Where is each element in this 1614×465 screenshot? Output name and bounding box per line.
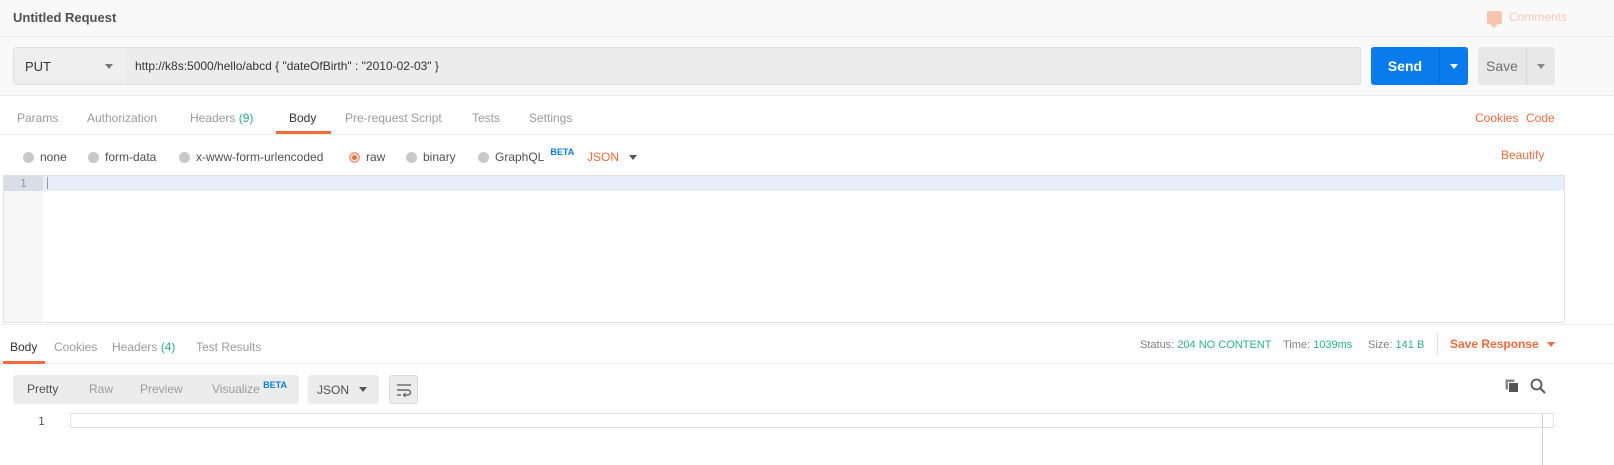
radio-form-data[interactable]: form-data bbox=[88, 150, 156, 164]
active-line-highlight bbox=[4, 176, 1564, 191]
comment-icon bbox=[1486, 10, 1502, 28]
radio-dot bbox=[406, 151, 417, 163]
radio-dot bbox=[179, 151, 190, 163]
request-title[interactable]: Untitled Request bbox=[13, 10, 116, 25]
response-tab-headers[interactable]: Headers (4) bbox=[112, 340, 175, 354]
save-dropdown-button[interactable] bbox=[1526, 47, 1555, 85]
radio-dot bbox=[478, 151, 489, 163]
wrap-icon bbox=[396, 383, 411, 397]
size-label: Size: bbox=[1368, 339, 1393, 351]
response-tab-cookies[interactable]: Cookies bbox=[54, 340, 97, 354]
visualize-label: Visualize bbox=[212, 382, 260, 396]
radio-dot bbox=[88, 151, 99, 163]
radio-binary-label: binary bbox=[423, 150, 456, 164]
response-line-number: 1 bbox=[38, 415, 45, 428]
view-pretty-button[interactable]: Pretty bbox=[27, 382, 58, 396]
body-format-select[interactable]: JSON bbox=[587, 150, 638, 164]
title-bar bbox=[0, 0, 1614, 37]
response-tab-body[interactable]: Body bbox=[10, 340, 37, 354]
url-value: http://k8s:5000/hello/abcd { "dateOfBirt… bbox=[135, 59, 439, 73]
radio-none-label: none bbox=[40, 150, 67, 164]
copy-icon[interactable] bbox=[1505, 379, 1519, 393]
tab-headers[interactable]: Headers (9) bbox=[190, 111, 253, 125]
radio-dot bbox=[23, 151, 34, 163]
chevron-down-icon bbox=[359, 387, 368, 392]
response-tab-headers-label: Headers bbox=[112, 340, 158, 354]
code-link[interactable]: Code bbox=[1526, 111, 1555, 125]
chevron-down-icon bbox=[105, 64, 113, 69]
chevron-down-icon bbox=[1546, 341, 1555, 347]
view-raw-button[interactable]: Raw bbox=[89, 382, 113, 396]
tab-tests[interactable]: Tests bbox=[472, 111, 500, 125]
editor-gutter bbox=[4, 176, 43, 322]
chevron-down-icon bbox=[1537, 64, 1545, 69]
beta-badge: BETA bbox=[263, 380, 287, 390]
response-body-viewer[interactable] bbox=[70, 413, 1554, 428]
tab-authorization[interactable]: Authorization bbox=[87, 111, 157, 125]
method-value: PUT bbox=[25, 58, 51, 74]
radio-raw[interactable]: raw bbox=[349, 150, 385, 164]
response-status: Status: 204 NO CONTENT bbox=[1140, 339, 1271, 351]
radio-raw-label: raw bbox=[366, 150, 386, 164]
size-value: 141 B bbox=[1395, 339, 1425, 351]
save-response-label: Save Response bbox=[1450, 337, 1539, 351]
chevron-down-icon bbox=[629, 154, 638, 160]
send-button[interactable]: Send bbox=[1371, 47, 1439, 85]
response-active-tab-indicator bbox=[3, 361, 45, 364]
radio-binary[interactable]: binary bbox=[406, 150, 456, 164]
response-tab-test-results[interactable]: Test Results bbox=[196, 340, 261, 354]
save-response-button[interactable]: Save Response bbox=[1450, 337, 1555, 351]
status-label: Status: bbox=[1140, 339, 1175, 351]
body-format-value: JSON bbox=[587, 150, 620, 164]
url-input[interactable]: http://k8s:5000/hello/abcd { "dateOfBirt… bbox=[125, 47, 1361, 85]
tab-prerequest-script[interactable]: Pre-request Script bbox=[345, 111, 442, 125]
response-headers-count: (4) bbox=[160, 340, 176, 354]
comments-button[interactable]: Comments bbox=[1486, 10, 1567, 28]
save-button[interactable]: Save bbox=[1478, 47, 1526, 85]
radio-graphql[interactable]: GraphQL BETA bbox=[478, 147, 575, 164]
search-icon[interactable] bbox=[1530, 378, 1546, 394]
wrap-lines-button[interactable] bbox=[389, 375, 418, 404]
view-visualize-button[interactable]: Visualize BETA bbox=[212, 380, 287, 396]
response-format-value: JSON bbox=[317, 382, 350, 397]
tab-headers-label: Headers bbox=[190, 111, 236, 125]
time-label: Time: bbox=[1283, 339, 1311, 351]
line-number: 1 bbox=[20, 177, 27, 190]
radio-none[interactable]: none bbox=[23, 150, 67, 164]
response-size: Size: 141 B bbox=[1368, 339, 1424, 351]
view-preview-button[interactable]: Preview bbox=[140, 382, 183, 396]
radio-urlencoded[interactable]: x-www-form-urlencoded bbox=[179, 150, 323, 164]
cookies-link[interactable]: Cookies bbox=[1475, 111, 1518, 125]
method-select[interactable]: PUT bbox=[13, 47, 126, 85]
time-value: 1039ms bbox=[1313, 339, 1353, 351]
send-dropdown-button[interactable] bbox=[1439, 47, 1468, 85]
request-body-editor[interactable] bbox=[3, 175, 1565, 323]
response-time: Time: 1039ms bbox=[1283, 339, 1352, 351]
radio-form-data-label: form-data bbox=[105, 150, 157, 164]
radio-graphql-label: GraphQL bbox=[495, 150, 545, 164]
chevron-down-icon bbox=[1450, 64, 1458, 69]
radio-dot-selected bbox=[349, 151, 360, 163]
headers-count: (9) bbox=[238, 111, 254, 125]
active-tab-indicator bbox=[276, 131, 331, 134]
comments-label: Comments bbox=[1508, 10, 1567, 24]
beta-badge: BETA bbox=[550, 147, 575, 157]
response-format-select[interactable]: JSON bbox=[308, 375, 379, 404]
status-value: 204 NO CONTENT bbox=[1177, 339, 1272, 351]
tab-body[interactable]: Body bbox=[289, 111, 316, 125]
tab-params[interactable]: Params bbox=[17, 111, 58, 125]
response-scrollbar[interactable] bbox=[1542, 413, 1543, 465]
tab-settings[interactable]: Settings bbox=[529, 111, 572, 125]
text-cursor bbox=[47, 177, 48, 189]
radio-urlencoded-label: x-www-form-urlencoded bbox=[196, 150, 324, 164]
beautify-link[interactable]: Beautify bbox=[1501, 148, 1544, 162]
divider bbox=[1437, 333, 1438, 355]
